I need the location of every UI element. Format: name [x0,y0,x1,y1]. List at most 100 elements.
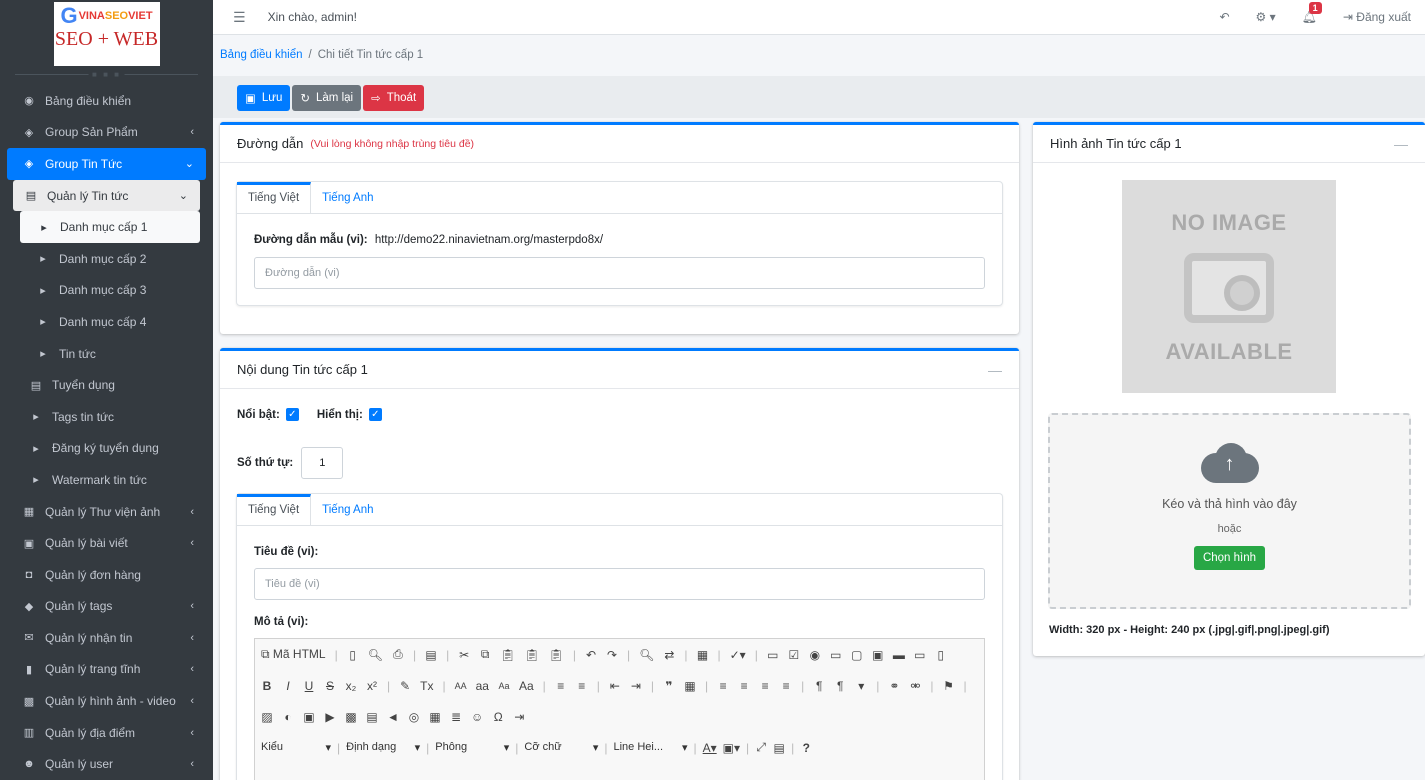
maximize-icon[interactable]: ⤢ [755,740,767,755]
sidebar-item-job-registration[interactable]: ▸ Đăng ký tuyển dụng [7,433,206,465]
lowercase-icon[interactable]: aa [476,679,489,693]
image-button-icon[interactable]: ▭ [914,648,926,662]
subscript-icon[interactable]: x₂ [345,679,357,693]
sidebar-item-recruitment[interactable]: ▤ Tuyển dụng [7,369,206,401]
text-color-icon[interactable]: A▾ [703,741,717,755]
title-input[interactable]: Tiêu đề (vi) [254,568,985,600]
collapse-icon[interactable]: — [988,362,1002,378]
capitalize-icon[interactable]: Aa [498,681,510,691]
outdent-icon[interactable]: ⇤ [609,679,621,693]
hidden-field-icon[interactable]: ▯ [935,648,947,662]
page-break-icon[interactable]: ⇥ [513,710,525,724]
spellcheck-icon[interactable]: ✓▾ [730,648,746,662]
image-icon[interactable]: ▨ [261,710,273,724]
sidebar-item-watermark[interactable]: ▸ Watermark tin tức [7,464,206,496]
sidebar-item-gallery[interactable]: ▦ Quản lý Thư viện ảnh ‹ [7,496,206,528]
find-icon[interactable]: 🔍︎ [639,648,654,662]
cut-icon[interactable]: ✂ [458,648,470,662]
align-justify-icon[interactable]: ≡ [780,679,792,693]
hamburger-menu-icon[interactable]: ☰ [233,9,246,26]
sidebar-item-orders[interactable]: ◘ Quản lý đơn hàng [7,559,206,591]
rtl-icon[interactable]: ¶ [834,679,846,693]
redo-icon[interactable]: ↷ [606,648,618,662]
smiley-icon[interactable]: ☺ [471,710,483,724]
font-dropdown[interactable]: Phông ▾ [435,741,509,754]
blockquote-icon[interactable]: ❞ [663,679,675,693]
source-button[interactable]: ⧉ Mã HTML [261,647,326,662]
numbered-list-icon[interactable]: ≡ [555,679,567,693]
sidebar-item-posts[interactable]: ▣ Quản lý bài viết ‹ [7,527,206,559]
remove-format-icon[interactable]: Tx [420,679,433,693]
sidebar-item-newsletter[interactable]: ✉ Quản lý nhận tin ‹ [7,622,206,654]
notification-bell-icon[interactable]: 🔔︎ 1 [1302,2,1322,24]
indent-icon[interactable]: ⇥ [630,679,642,693]
size-dropdown[interactable]: Cỡ chữ ▾ [524,741,598,754]
checkbox-icon[interactable]: ☑ [788,648,800,662]
save-button[interactable]: ▣ Lưu [237,85,291,111]
logo[interactable]: G VINA SEO VIET SEO + WEB [53,2,160,66]
visible-checkbox[interactable]: ✓ [368,408,382,421]
sidebar-item-users[interactable]: ☻ Quản lý user ‹ [7,748,206,780]
youtube-icon[interactable]: ▶ [324,710,336,724]
align-right-icon[interactable]: ≡ [759,679,771,693]
paste-icon[interactable]: 📋︎ [500,648,515,662]
settings-dropdown-icon[interactable]: ⚙ ▾ [1256,10,1276,24]
tab-vietnamese[interactable]: Tiếng Việt [237,494,312,525]
globe-icon[interactable]: ◎ [408,710,420,724]
logout-link[interactable]: ⇥ Đăng xuất [1343,10,1411,24]
collapse-icon[interactable]: — [1394,136,1408,152]
sidebar-item-media[interactable]: ▩ Quản lý hình ảnh - video ‹ [7,685,206,717]
replace-icon[interactable]: ⇄ [663,648,675,662]
bullet-list-icon[interactable]: ≡ [576,679,588,693]
copy-icon[interactable]: ⧉ [479,647,491,662]
featured-checkbox[interactable]: ✓ [285,408,299,421]
uppercase-icon[interactable]: AA [455,681,467,691]
show-blocks-icon[interactable]: ▤ [773,741,785,755]
select-icon[interactable]: ▣ [872,648,884,662]
sidebar-item-dashboard[interactable]: ◉ Bảng điều khiển [7,85,206,117]
choose-image-button[interactable]: Chọn hình [1193,546,1266,570]
align-center-icon[interactable]: ≡ [738,679,750,693]
preview-icon[interactable]: 🔍︎ [368,648,383,662]
superscript-icon[interactable]: x² [366,679,378,693]
sidebar-item-manage-news[interactable]: ▤ Quản lý Tin tức ⌄ [13,179,200,212]
media-icon[interactable]: ▣ [303,710,315,724]
sidebar-item-news-tags[interactable]: ▸ Tags tin tức [7,401,206,433]
flash-icon[interactable]: ◐ [282,710,294,724]
sidebar-item-group-news[interactable]: ◈ Group Tin Tức ⌄ [7,148,206,180]
audio-icon[interactable]: ◄ [387,710,399,724]
format-dropdown[interactable]: Định dạng ▾ [346,741,420,754]
bg-color-icon[interactable]: ▣▾ [723,741,740,755]
undo-icon[interactable]: ↶ [585,648,597,662]
tab-vietnamese[interactable]: Tiếng Việt [237,182,312,213]
strike-icon[interactable]: S [324,679,336,693]
align-left-icon[interactable]: ≡ [717,679,729,693]
templates-icon[interactable]: ▤ [425,648,437,662]
underline-icon[interactable]: U [303,679,315,693]
path-input[interactable]: Đường dẫn (vi) [254,257,985,289]
exit-button[interactable]: ⇨ Thoát [363,85,425,111]
sidebar-item-tags[interactable]: ◆ Quản lý tags ‹ [7,591,206,623]
sidebar-item-category-1[interactable]: ▸ Danh mục cấp 1 [20,211,200,243]
form-icon[interactable]: ▭ [767,648,779,662]
print-icon[interactable]: ⎙ [392,647,404,662]
transform-icon[interactable]: Aa [519,679,534,693]
link-icon[interactable]: ⚭ [888,679,900,693]
paste-word-icon[interactable]: 📋︎ [549,648,564,662]
button-icon[interactable]: ▬ [893,648,905,662]
sidebar-item-category-4[interactable]: ▸ Danh mục cấp 4 [7,306,206,338]
textfield-icon[interactable]: ▭ [830,648,842,662]
video-icon[interactable]: ▩ [345,710,357,724]
sidebar-item-category-2[interactable]: ▸ Danh mục cấp 2 [7,243,206,275]
special-char-icon[interactable]: Ω [492,710,504,724]
breadcrumb-home-link[interactable]: Bảng điều khiển [220,49,302,61]
tab-english[interactable]: Tiếng Anh [311,182,384,213]
unlink-icon[interactable]: ⚮ [909,679,921,693]
help-icon[interactable]: ? [800,741,812,755]
sidebar-item-locations[interactable]: ▥ Quản lý địa điểm ‹ [7,717,206,749]
ltr-icon[interactable]: ¶ [813,679,825,693]
anchor-icon[interactable]: ⚑ [943,679,955,693]
reset-button[interactable]: ↻ Làm lại [292,85,362,111]
paste-text-icon[interactable]: 📋︎ [524,648,539,662]
line-height-dropdown[interactable]: Line Hei... ▾ [614,741,688,754]
